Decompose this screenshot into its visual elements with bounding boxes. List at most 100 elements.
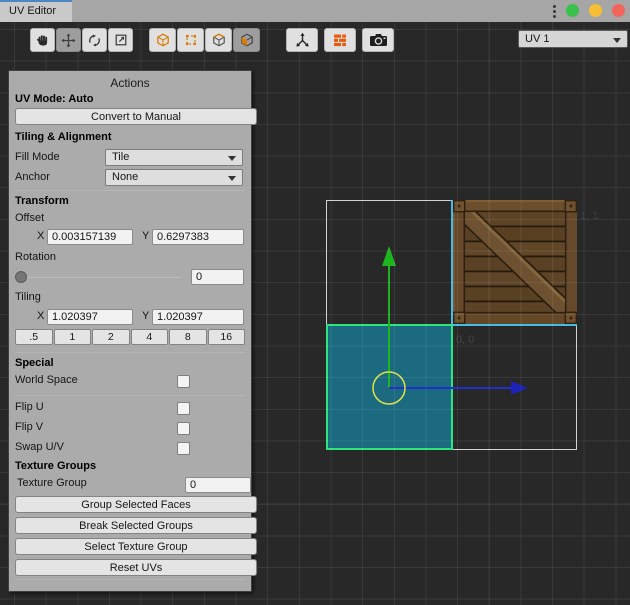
chevron-down-icon <box>613 38 621 43</box>
vertex-mode-button[interactable] <box>177 28 204 52</box>
element-mode-toolbar <box>149 28 260 52</box>
select-texture-group-button[interactable]: Select Texture Group <box>15 538 257 555</box>
uv-one-one-label: 1, 1 <box>580 210 598 222</box>
object-mode-icon <box>156 33 170 47</box>
rotation-label: Rotation <box>15 251 245 263</box>
flip-u-checkbox[interactable] <box>177 402 190 415</box>
rotate-tool-icon <box>87 33 102 48</box>
swap-uv-row: Swap U/V <box>15 441 245 457</box>
preset-2-button[interactable]: 2 <box>92 329 130 345</box>
offset-label: Offset <box>15 212 245 224</box>
offset-row: X 0.003157139 Y 0.6297383 <box>15 229 245 246</box>
edge-mode-icon <box>212 33 226 47</box>
render-uv-template-button[interactable] <box>324 28 356 52</box>
y-label: Y <box>142 230 149 242</box>
axis-x-arrow-icon <box>511 381 528 395</box>
flip-u-label: Flip U <box>15 401 44 413</box>
transform-handle[interactable] <box>320 240 532 406</box>
preset-half-button[interactable]: .5 <box>15 329 53 345</box>
uv-editor-window: UV Editor <box>0 0 630 605</box>
project-uv-icon <box>294 32 311 49</box>
rotation-slider-knob[interactable] <box>15 271 27 283</box>
rotation-field[interactable]: 0 <box>191 269 244 285</box>
divider <box>15 190 245 191</box>
project-uv-button[interactable] <box>286 28 318 52</box>
fill-mode-label: Fill Mode <box>15 151 60 163</box>
preset-16-button[interactable]: 16 <box>208 329 246 345</box>
face-mode-button[interactable] <box>233 28 260 52</box>
world-space-row: World Space <box>15 374 245 390</box>
move-tool-icon <box>61 33 76 48</box>
preset-1-button[interactable]: 1 <box>54 329 92 345</box>
swap-uv-checkbox[interactable] <box>177 442 190 455</box>
world-space-checkbox[interactable] <box>177 375 190 388</box>
anchor-row: Anchor None <box>15 171 245 189</box>
save-uv-image-button[interactable] <box>362 28 394 52</box>
tab-uv-editor[interactable]: UV Editor <box>0 0 72 22</box>
tiling-y-field[interactable]: 1.020397 <box>152 309 244 325</box>
transform-header: Transform <box>15 195 245 207</box>
pan-tool-button[interactable] <box>30 28 55 52</box>
scale-tool-button[interactable] <box>108 28 133 52</box>
flip-v-label: Flip V <box>15 421 43 433</box>
break-selected-groups-button[interactable]: Break Selected Groups <box>15 517 257 534</box>
flip-v-row: Flip V <box>15 421 245 437</box>
vertex-mode-icon <box>184 33 198 47</box>
tiling-alignment-header: Tiling & Alignment <box>15 131 245 143</box>
chevron-down-icon <box>228 176 236 181</box>
texture-groups-header: Texture Groups <box>15 460 245 472</box>
render-uv-template-icon <box>332 32 348 48</box>
anchor-label: Anchor <box>15 171 50 183</box>
texture-group-label: Texture Group <box>15 477 87 489</box>
window-menu-icon[interactable] <box>553 5 556 8</box>
texture-group-field[interactable]: 0 <box>185 477 251 493</box>
render-template-group <box>324 28 356 52</box>
divider <box>15 352 245 353</box>
group-selected-faces-button[interactable]: Group Selected Faces <box>15 496 257 513</box>
window-red-light-icon[interactable] <box>612 4 625 17</box>
x-label: X <box>37 310 44 322</box>
rotate-tool-button[interactable] <box>82 28 107 52</box>
actions-panel: Actions UV Mode: Auto Convert to Manual … <box>8 70 252 592</box>
tiling-row: X 1.020397 Y 1.020397 <box>15 309 245 326</box>
x-label: X <box>37 230 44 242</box>
anchor-dropdown[interactable]: None <box>105 169 243 186</box>
uv-mode-label: UV Mode: Auto <box>15 93 245 105</box>
flip-u-row: Flip U <box>15 401 245 417</box>
convert-to-manual-button[interactable]: Convert to Manual <box>15 108 257 125</box>
reset-uvs-button[interactable]: Reset UVs <box>15 559 257 576</box>
pan-hand-icon <box>36 33 50 47</box>
camera-group <box>362 28 394 52</box>
camera-icon <box>369 33 388 47</box>
fill-mode-value: Tile <box>112 151 129 163</box>
offset-x-field[interactable]: 0.003157139 <box>47 229 133 245</box>
y-label: Y <box>142 310 149 322</box>
object-mode-button[interactable] <box>149 28 176 52</box>
uv-set-value: UV 1 <box>525 33 549 45</box>
chevron-down-icon <box>228 156 236 161</box>
offset-y-field[interactable]: 0.6297383 <box>152 229 244 245</box>
preset-4-button[interactable]: 4 <box>131 329 169 345</box>
move-tool-button[interactable] <box>56 28 81 52</box>
swap-uv-label: Swap U/V <box>15 441 64 453</box>
edge-mode-button[interactable] <box>205 28 232 52</box>
flip-v-checkbox[interactable] <box>177 422 190 435</box>
fill-mode-dropdown[interactable]: Tile <box>105 149 243 166</box>
panel-title: Actions <box>15 76 245 90</box>
fill-mode-row: Fill Mode Tile <box>15 151 245 169</box>
rotation-row: 0 <box>15 269 245 285</box>
tiling-label: Tiling <box>15 291 245 303</box>
divider <box>15 395 245 396</box>
tiling-x-field[interactable]: 1.020397 <box>47 309 133 325</box>
world-space-label: World Space <box>15 374 78 386</box>
axis-y-arrow-icon <box>382 246 396 266</box>
window-yellow-light-icon[interactable] <box>589 4 602 17</box>
uv-set-dropdown[interactable]: UV 1 <box>518 30 628 48</box>
tiling-presets: .5 1 2 4 8 16 <box>15 329 245 345</box>
preset-8-button[interactable]: 8 <box>169 329 207 345</box>
face-mode-icon <box>240 33 254 47</box>
window-green-light-icon[interactable] <box>566 4 579 17</box>
texture-group-row: Texture Group 0 <box>15 477 245 493</box>
anchor-value: None <box>112 171 138 183</box>
rotation-slider-track[interactable] <box>17 277 181 278</box>
